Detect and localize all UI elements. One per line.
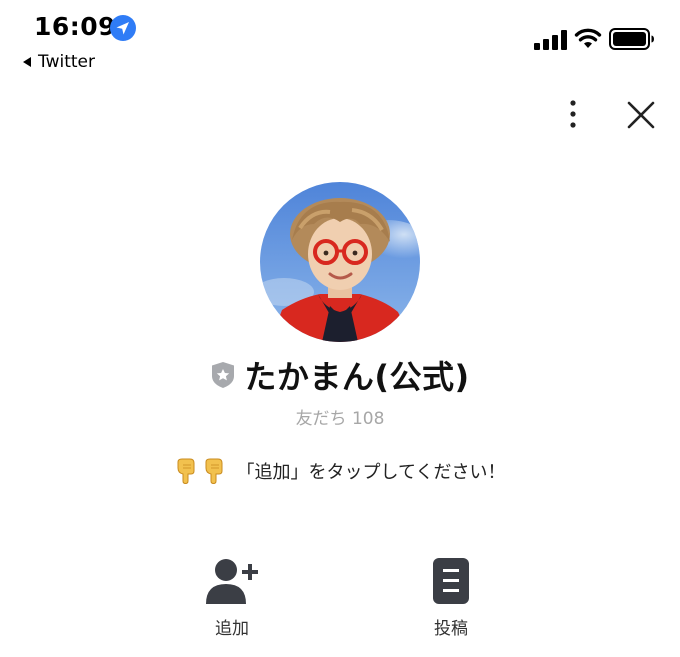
more-options-button[interactable] (560, 98, 586, 130)
status-time: 16:09 (34, 12, 117, 41)
back-caret-icon (23, 57, 31, 67)
pointing-down-icon (177, 458, 195, 484)
status-message-text: 「追加」をタップしてください！ (236, 462, 506, 483)
profile-name: たかまん(公式) (244, 358, 470, 396)
shield-star-icon (212, 362, 235, 388)
close-button[interactable] (624, 98, 658, 132)
posts-icon (433, 558, 469, 604)
profile-avatar[interactable] (260, 182, 420, 342)
profile-name-row: たかまん(公式) (0, 352, 680, 398)
more-vertical-icon (570, 100, 576, 128)
pointing-down-icon (205, 458, 223, 484)
add-friend-label: 追加 (215, 619, 249, 639)
posts-button[interactable]: 投稿 (391, 556, 511, 639)
back-app-label: Twitter (38, 52, 95, 72)
avatar-image (260, 182, 420, 342)
back-to-app-link[interactable]: Twitter (22, 52, 95, 72)
battery-icon (609, 28, 654, 50)
location-arrow-icon (110, 15, 136, 41)
friend-count: 友だち 108 (295, 409, 385, 429)
close-icon (627, 101, 655, 129)
cellular-signal-icon (534, 30, 567, 50)
wifi-icon (574, 28, 602, 48)
add-friend-icon (206, 559, 258, 604)
posts-label: 投稿 (434, 619, 468, 639)
add-friend-button[interactable]: 追加 (172, 556, 292, 639)
status-message: 「追加」をタップしてください！ (0, 458, 680, 484)
